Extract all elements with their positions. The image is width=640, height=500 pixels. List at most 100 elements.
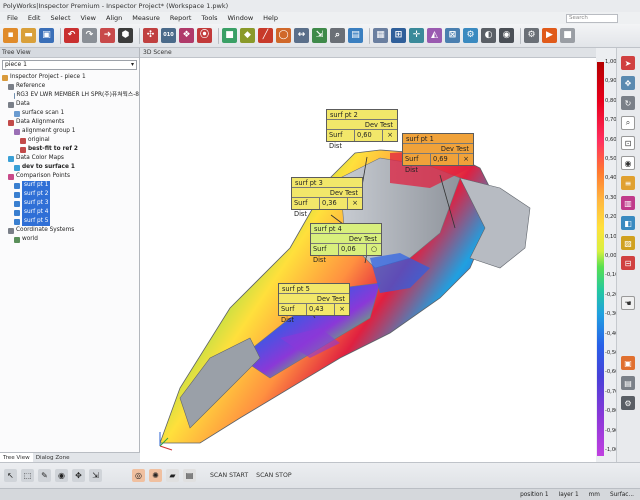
points-icon[interactable]: ✣ [143,28,158,43]
callout-surf-pt-4[interactable]: surf pt 4 Dev Test Surf Dist 0,06 ○ [310,223,382,264]
color-scale-bar[interactable] [597,62,604,456]
menu-help[interactable]: Help [258,14,283,22]
tree-item[interactable]: surf pt 5 [0,217,139,226]
import-icon[interactable]: ➜ [100,28,115,43]
tree-item[interactable]: surf pt 2 [0,190,139,199]
device-icon[interactable]: ▰ [166,469,179,482]
clipboard-icon[interactable]: ▣ [621,356,635,370]
visibility-icon[interactable]: ◉ [621,156,635,170]
feature-icon[interactable]: ⊞ [391,28,406,43]
menu-file[interactable]: File [2,14,23,22]
menu-view[interactable]: View [76,14,101,22]
menu-select[interactable]: Select [45,14,75,22]
label-icon[interactable]: ⊟ [621,256,635,270]
compass-icon[interactable]: ✛ [409,28,424,43]
transform-icon[interactable]: ✥ [72,469,85,482]
tree-item[interactable]: original [0,136,139,145]
report-icon[interactable]: ▤ [621,376,635,390]
tab-dialog-zone[interactable]: Dialog Zone [33,453,73,462]
section-icon[interactable]: ▨ [621,236,635,250]
fit-icon[interactable]: ⊡ [621,136,635,150]
line-icon[interactable]: ╱ [258,28,273,43]
select-tool-icon[interactable]: ⬚ [21,469,34,482]
open-folder-icon[interactable]: ▬ [21,28,36,43]
new-project-icon[interactable]: ▪ [3,28,18,43]
capture-icon[interactable]: ⬢ [118,28,133,43]
gear-icon[interactable]: ⚙ [463,28,478,43]
callout-surf-pt-2[interactable]: surf pt 2 Dev Test Surf Dist 0,60 × [326,109,398,150]
table-icon[interactable]: ▦ [373,28,388,43]
undo-icon[interactable]: ↶ [64,28,79,43]
menu-report[interactable]: Report [165,14,197,22]
play-icon[interactable]: ▶ [542,28,557,43]
device-config-icon[interactable]: ▤ [183,469,196,482]
measure-icon[interactable]: ↔ [294,28,309,43]
tree-item[interactable]: best-fit to ref 2 [0,145,139,154]
pick-icon[interactable]: ⇲ [89,469,102,482]
gauge-icon[interactable]: ◭ [427,28,442,43]
tree-item[interactable]: Data Alignments [0,118,139,127]
tab-tree-view[interactable]: Tree View [0,453,33,462]
tree-item[interactable]: Data Color Maps [0,154,139,163]
tree-item[interactable]: Inspector Project - piece 1 [0,73,139,82]
tree-item[interactable]: surf pt 1 [0,181,139,190]
dial-icon[interactable]: ◐ [481,28,496,43]
clip-icon[interactable]: ◧ [621,216,635,230]
menu-edit[interactable]: Edit [23,14,46,22]
report-icon[interactable]: ⊠ [445,28,460,43]
display-icon[interactable]: ▤ [348,28,363,43]
menu-window[interactable]: Window [223,14,259,22]
callout-surf-pt-5[interactable]: surf pt 5 Dev Test Surf Dist 0,43 × [278,283,350,324]
tree-item[interactable]: surf pt 4 [0,208,139,217]
menu-align[interactable]: Align [101,14,127,22]
tree-item[interactable]: Coordinate Systems [0,226,139,235]
scan-stop-button[interactable]: SCAN STOP [256,472,291,479]
redo-icon[interactable]: ↷ [82,28,97,43]
menu-tools[interactable]: Tools [196,14,222,22]
scan-start-button[interactable]: SCAN START [210,472,248,479]
tree-item[interactable]: surf pt 3 [0,199,139,208]
3d-scene-viewport[interactable]: 3D Scene surf pt 2 Dev Test Surf Dist 0,… [140,48,596,462]
settings-icon[interactable]: ⚙ [524,28,539,43]
zoom-icon[interactable]: ⌕ [330,28,345,43]
save-icon[interactable]: ▣ [39,28,54,43]
tree-item[interactable]: surface scan 1 [0,109,139,118]
tree-item[interactable]: Data [0,100,139,109]
tree-item[interactable]: alignment group 1 [0,127,139,136]
scan-icon[interactable]: ◎ [132,469,145,482]
status-position[interactable]: position 1 [520,489,549,500]
tree-item[interactable]: RG3 EV LWR MEMBER LH SPR(주)퓨쳐웍스-8 [0,91,139,100]
binary-icon[interactable]: 010 [161,28,176,43]
pan-icon[interactable]: ✥ [621,76,635,90]
status-mode[interactable]: Surfac... [610,489,634,500]
probe-tip-icon[interactable]: ⇲ [312,28,327,43]
select-mode-icon[interactable]: ↖ [4,469,17,482]
camera-icon[interactable]: ◉ [499,28,514,43]
layers-icon[interactable]: ≡ [621,176,635,190]
cube-icon[interactable]: ■ [222,28,237,43]
callout-surf-pt-3[interactable]: surf pt 3 Dev Test Surf Dist 0,36 × [291,177,363,218]
plane-icon[interactable]: ◆ [240,28,255,43]
hand-icon[interactable]: ☚ [621,296,635,310]
probe-icon[interactable]: ❖ [179,28,194,43]
settings-icon[interactable]: ⚙ [621,396,635,410]
piece-dropdown[interactable]: piece 1 ▾ [2,60,137,70]
rotate-icon[interactable]: ↻ [621,96,635,110]
probe-icon[interactable]: ✺ [149,469,162,482]
tree-item[interactable]: dev to surface 1 [0,163,139,172]
tree-item[interactable]: Reference [0,82,139,91]
circle-icon[interactable]: ◯ [276,28,291,43]
tree-item[interactable]: world [0,235,139,244]
tree-item[interactable]: Comparison Points [0,172,139,181]
visibility-icon[interactable]: ◉ [55,469,68,482]
zoom-icon[interactable]: ⌕ [621,116,635,130]
menu-measure[interactable]: Measure [127,14,165,22]
align-icon[interactable]: ⦿ [197,28,212,43]
search-input[interactable]: Search [566,14,618,23]
color-map-icon[interactable]: ▥ [621,196,635,210]
callout-surf-pt-1[interactable]: surf pt 1 Dev Test Surf Dist 0,69 × [402,133,474,174]
stop-icon[interactable]: ■ [560,28,575,43]
status-layer[interactable]: layer 1 [559,489,579,500]
brush-icon[interactable]: ✎ [38,469,51,482]
status-units[interactable]: mm [589,489,600,500]
